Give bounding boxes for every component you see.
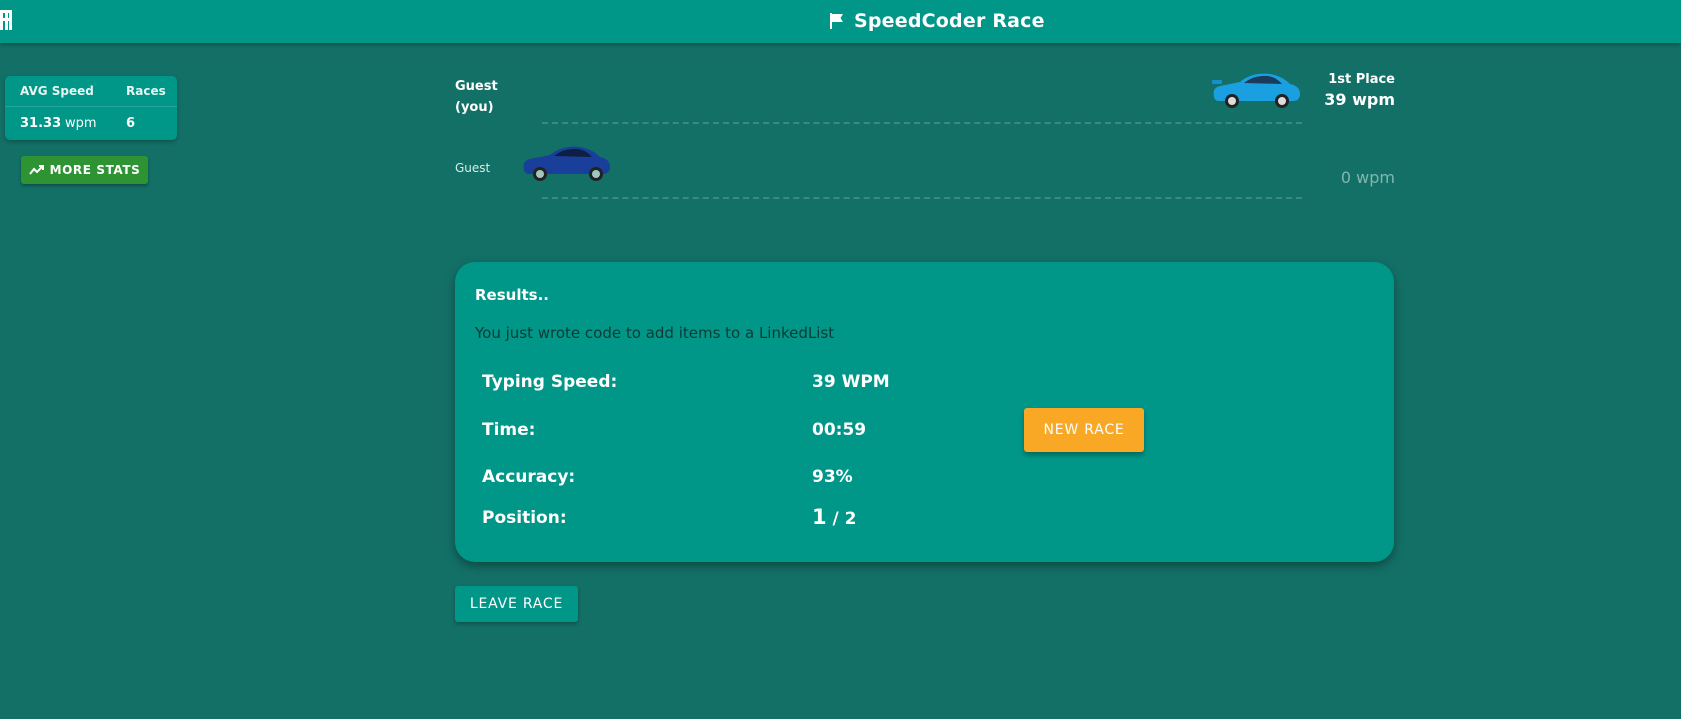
time-value: 00:59 — [812, 420, 867, 440]
results-card: Results.. You just wrote code to add ite… — [455, 262, 1394, 562]
player-guest-car — [523, 146, 610, 181]
more-stats-button[interactable]: MORE STATS — [21, 156, 148, 184]
player-you-name: Guest (you) — [455, 76, 498, 118]
avg-speed-number: 31.33 — [20, 116, 62, 131]
cut-off-glyph-icon — [0, 10, 12, 30]
player-you-result: 1st Place 39 wpm — [1324, 72, 1395, 109]
app-header: SpeedCoder Race — [0, 0, 1681, 43]
player-you-suffix: (you) — [455, 100, 494, 115]
position-total: / 2 — [832, 509, 857, 529]
typing-speed-label: Typing Speed: — [482, 372, 618, 392]
lane-divider-2 — [542, 197, 1302, 199]
accuracy-value: 93% — [812, 467, 853, 487]
player-you-place: 1st Place — [1328, 72, 1395, 87]
races-value: 6 — [126, 116, 136, 131]
flag-icon — [830, 13, 843, 29]
lane-divider-1 — [542, 122, 1302, 124]
player-guest-wpm: 0 wpm — [1340, 168, 1395, 187]
time-label: Time: — [482, 420, 536, 440]
results-heading: Results.. — [475, 286, 549, 304]
races-label: Races — [126, 84, 166, 98]
position-label: Position: — [482, 508, 567, 528]
typing-speed-value: 39 WPM — [812, 372, 890, 392]
avg-speed-label: AVG Speed — [20, 84, 94, 98]
player-you-car — [1212, 73, 1300, 108]
new-race-button[interactable]: NEW RACE — [1024, 408, 1144, 452]
results-description: You just wrote code to add items to a Li… — [475, 324, 835, 342]
app-title: SpeedCoder Race — [854, 10, 1045, 32]
more-stats-label: MORE STATS — [49, 163, 141, 177]
avg-speed-unit: wpm — [64, 116, 97, 131]
player-you-label: Guest — [455, 79, 498, 94]
app-title-group: SpeedCoder Race — [828, 10, 1045, 32]
accuracy-label: Accuracy: — [482, 467, 576, 487]
trending-up-icon — [28, 165, 44, 175]
stats-card: AVG Speed Races 31.33 wpm 6 — [5, 76, 177, 140]
player-guest-name: Guest — [455, 161, 491, 175]
leave-race-button[interactable]: LEAVE RACE — [455, 586, 578, 622]
position-value-group: 1 / 2 — [812, 505, 857, 529]
stats-header-row: AVG Speed Races — [5, 84, 177, 107]
position-value: 1 — [812, 505, 827, 529]
avg-speed-value: 31.33 wpm — [20, 116, 97, 131]
player-you-wpm: 39 wpm — [1324, 90, 1395, 109]
